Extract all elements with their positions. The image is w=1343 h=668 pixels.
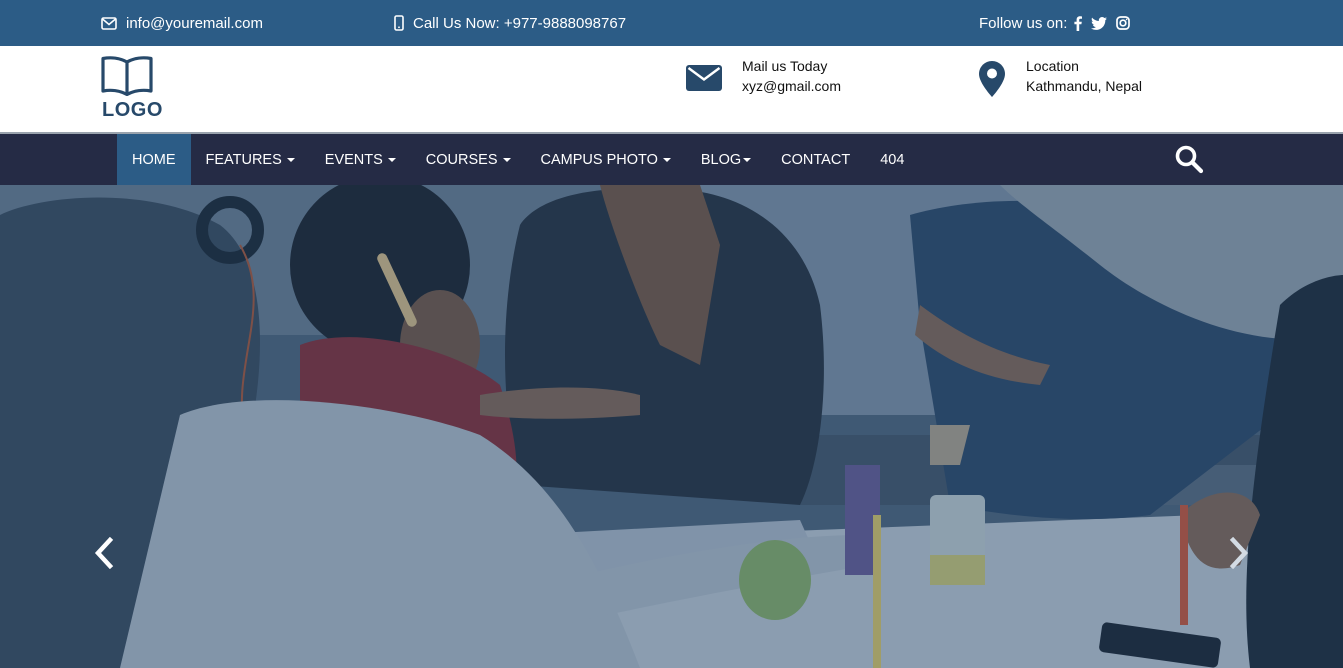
instagram-icon[interactable] <box>1116 16 1131 30</box>
logo-book-icon[interactable] <box>101 56 161 101</box>
caret-down-icon <box>662 157 671 162</box>
caret-down-icon <box>743 157 752 162</box>
hero-slider <box>0 185 1343 668</box>
nav-item-events[interactable]: EVENTS <box>310 134 411 185</box>
mobile-phone-icon <box>394 15 404 31</box>
nav-item-courses[interactable]: COURSES <box>411 134 526 185</box>
facebook-icon[interactable] <box>1074 15 1083 31</box>
logo-text[interactable]: LOGO <box>102 99 163 122</box>
envelope-icon <box>101 16 117 30</box>
nav-item-404[interactable]: 404 <box>865 134 919 185</box>
follow-label: Follow us on: <box>979 14 1068 32</box>
main-nav: HOME FEATURES EVENTS COURSES CAMPUS PHOT… <box>0 134 1343 185</box>
caret-down-icon <box>387 157 396 162</box>
search-icon[interactable] <box>1174 144 1204 179</box>
topbar-email[interactable]: info@youremail.com <box>101 0 263 46</box>
nav-item-features[interactable]: FEATURES <box>191 134 310 185</box>
topbar-social: Follow us on: <box>979 0 1131 46</box>
map-marker-icon <box>979 61 1005 102</box>
nav-item-contact[interactable]: CONTACT <box>766 134 865 185</box>
nav-item-campus-photo[interactable]: CAMPUS PHOTO <box>526 134 686 185</box>
top-bar: info@youremail.com Call Us Now: +977-988… <box>0 0 1343 46</box>
location-value: Kathmandu, Nepal <box>1026 78 1142 94</box>
nav-menu: HOME FEATURES EVENTS COURSES CAMPUS PHOT… <box>117 134 919 185</box>
header-mail-info: Mail us Today xyz@gmail.com <box>686 56 841 96</box>
location-title: Location <box>1026 58 1079 74</box>
caret-down-icon <box>502 157 511 162</box>
nav-item-blog[interactable]: BLOG <box>686 134 766 185</box>
chevron-left-icon[interactable] <box>92 536 114 574</box>
mail-value[interactable]: xyz@gmail.com <box>742 76 841 96</box>
mail-title: Mail us Today <box>742 58 828 74</box>
envelope-icon <box>686 65 722 96</box>
chevron-right-icon[interactable] <box>1229 536 1251 574</box>
site-header: LOGO Mail us Today xyz@gmail.com Locatio… <box>0 46 1343 134</box>
twitter-icon[interactable] <box>1091 16 1108 30</box>
topbar-email-text: info@youremail.com <box>126 14 263 32</box>
topbar-phone[interactable]: Call Us Now: +977-9888098767 <box>394 0 626 46</box>
hero-overlay <box>0 185 1343 668</box>
caret-down-icon <box>286 157 295 162</box>
topbar-phone-text: Call Us Now: +977-9888098767 <box>413 14 627 32</box>
header-location-info: Location Kathmandu, Nepal <box>979 56 1142 102</box>
nav-item-home[interactable]: HOME <box>117 134 191 185</box>
